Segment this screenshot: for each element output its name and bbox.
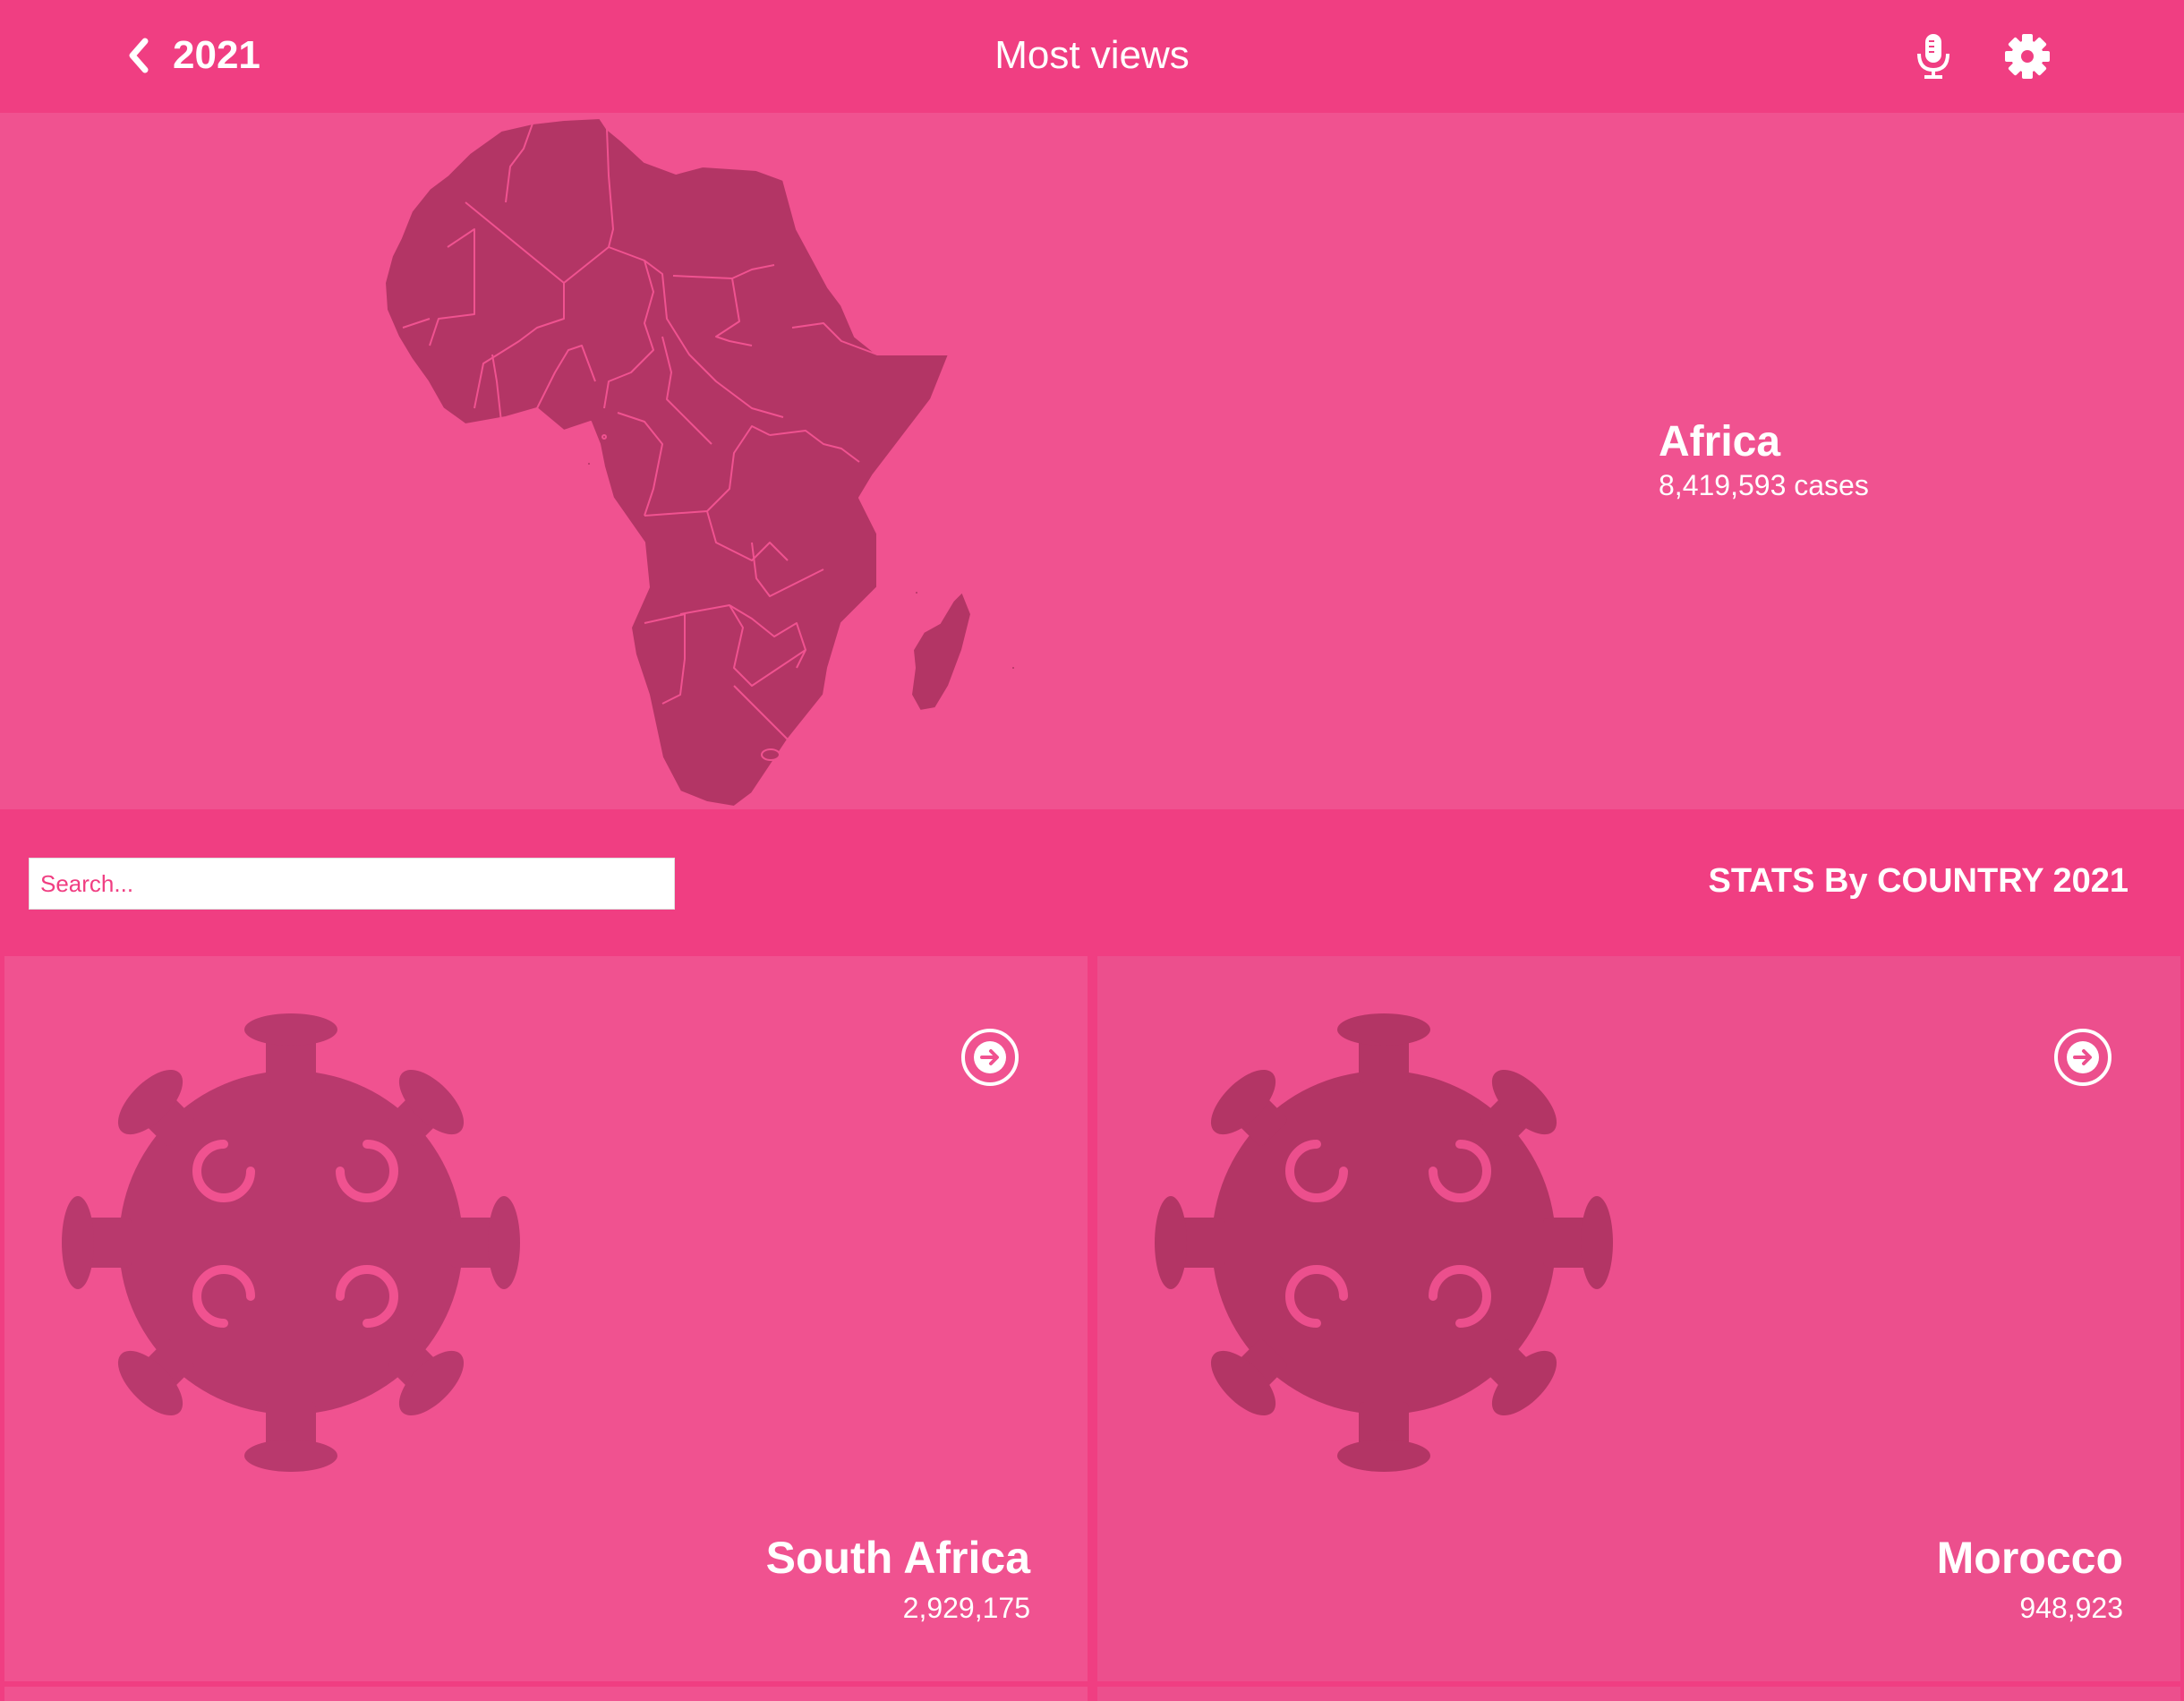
virus-icon <box>1155 1013 1613 1472</box>
microphone-button[interactable] <box>1914 32 1953 81</box>
virus-icon <box>62 1013 520 1472</box>
map-panel: Africa 8,419,593 cases <box>0 113 2184 809</box>
settings-button[interactable] <box>2003 32 2052 81</box>
microphone-icon <box>1917 34 1949 79</box>
country-name: Morocco <box>1936 1533 2123 1583</box>
stats-toolbar: STATS By COUNTRY 2021 <box>0 809 2184 954</box>
country-card[interactable]: South Africa 2,929,175 <box>4 956 1088 1681</box>
top-bar: 2021 Most views <box>0 0 2184 113</box>
gear-icon <box>2005 34 2050 79</box>
page-title: Most views <box>994 33 1190 77</box>
country-name: South Africa <box>765 1533 1030 1583</box>
country-count: 2,929,175 <box>902 1592 1030 1624</box>
open-details-icon[interactable] <box>960 1028 1019 1087</box>
africa-map[interactable] <box>376 113 1020 809</box>
search-input[interactable] <box>29 858 675 910</box>
country-card-partial[interactable] <box>1097 1687 2180 1701</box>
section-title: STATS By COUNTRY 2021 <box>1708 862 2129 900</box>
region-name: Africa <box>1659 418 1781 466</box>
region-cases: 8,419,593 cases <box>1659 469 1869 501</box>
country-card-partial[interactable] <box>4 1687 1088 1701</box>
country-card[interactable]: Morocco 948,923 <box>1097 956 2180 1681</box>
country-count: 948,923 <box>2019 1592 2123 1624</box>
open-details-icon[interactable] <box>2053 1028 2112 1087</box>
